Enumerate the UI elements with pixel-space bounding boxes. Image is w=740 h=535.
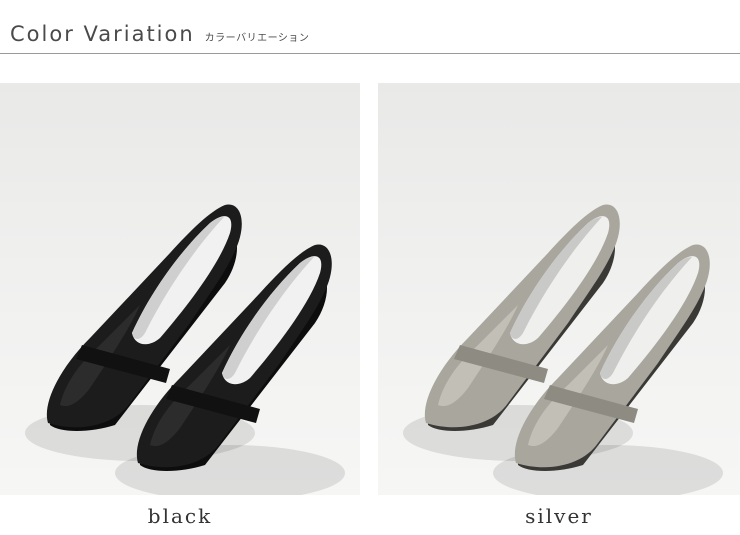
- product-photo-silver[interactable]: [378, 83, 740, 495]
- section-header: Color Variation カラーバリエーション: [10, 22, 309, 46]
- product-photo-black[interactable]: [0, 83, 360, 495]
- variation-label-silver: silver: [525, 504, 593, 528]
- section-subtitle: カラーバリエーション: [204, 33, 310, 44]
- header-divider: [0, 53, 740, 54]
- black-pumps-illustration: [25, 204, 345, 495]
- section-title: Color Variation: [10, 22, 195, 46]
- variation-label-black: black: [147, 504, 213, 528]
- silver-pumps-illustration: [403, 204, 723, 495]
